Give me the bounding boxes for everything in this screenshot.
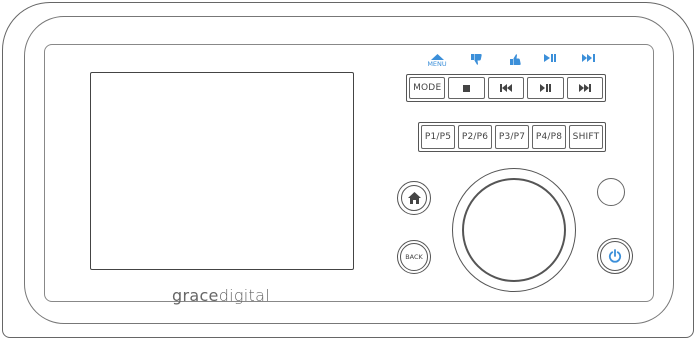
play-pause-indicator (535, 54, 565, 74)
display-screen (90, 72, 354, 270)
thumbs-up-icon (509, 54, 521, 65)
brand-logo-part2: digital (218, 286, 270, 305)
preset-p2-p6-button[interactable]: P2/P6 (458, 125, 492, 149)
power-button[interactable] (597, 238, 633, 274)
thumbs-down-icon (470, 54, 482, 65)
menu-indicator: MENU (422, 54, 452, 74)
stop-icon (463, 84, 471, 92)
play-pause-button[interactable] (527, 77, 564, 99)
thumbs-down-indicator (461, 54, 491, 74)
home-button[interactable] (397, 181, 431, 215)
shift-button[interactable]: SHIFT (569, 125, 603, 149)
preset-button-row: P1/P5 P2/P6 P3/P7 P4/P8 SHIFT (418, 122, 606, 152)
tuning-knob-inner (462, 178, 566, 282)
thumbs-up-indicator (500, 54, 530, 74)
skip-forward-icon (581, 54, 595, 62)
skip-back-icon (500, 84, 513, 92)
preset-p3-p7-button[interactable]: P3/P7 (495, 125, 529, 149)
mode-button[interactable]: MODE (409, 77, 446, 99)
skip-forward-button[interactable] (566, 77, 604, 99)
skip-forward-icon (578, 84, 591, 92)
play-pause-icon (544, 54, 556, 62)
transport-button-row: MODE (406, 74, 606, 102)
power-button-ring (600, 241, 630, 271)
menu-label: MENU (427, 60, 447, 68)
play-pause-icon (539, 84, 551, 92)
stop-button[interactable] (448, 77, 485, 99)
skip-forward-indicator (573, 54, 603, 74)
power-icon (608, 249, 622, 263)
brand-logo-part1: grace (172, 286, 219, 305)
ir-sensor (597, 178, 625, 206)
back-button[interactable]: BACK (397, 240, 431, 274)
home-button-ring (401, 185, 427, 211)
back-button-label: BACK (400, 243, 428, 271)
tuning-knob[interactable] (452, 168, 576, 292)
home-icon (407, 192, 421, 204)
brand-logo: gracedigital (172, 286, 270, 305)
preset-p1-p5-button[interactable]: P1/P5 (421, 125, 455, 149)
preset-p4-p8-button[interactable]: P4/P8 (532, 125, 566, 149)
skip-back-button[interactable] (487, 77, 525, 99)
